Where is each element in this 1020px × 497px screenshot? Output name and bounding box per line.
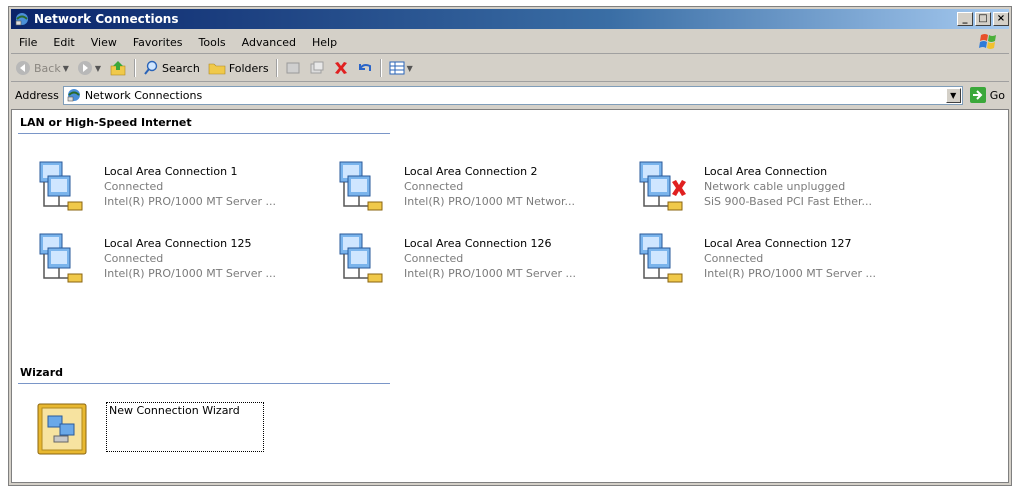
- window-title: Network Connections: [34, 12, 179, 26]
- minimize-button[interactable]: _: [957, 12, 973, 26]
- chevron-down-icon[interactable]: ▼: [95, 64, 101, 73]
- toolbar-separator: [134, 59, 137, 77]
- undo-button[interactable]: [353, 57, 377, 79]
- connection-name: Local Area Connection 2: [404, 165, 538, 178]
- group-header-lan: LAN or High-Speed Internet: [20, 116, 192, 129]
- folders-icon: [208, 63, 226, 75]
- toolbar-separator: [275, 59, 278, 77]
- connection-item[interactable]: Local Area Connection 125 Connected Inte…: [34, 230, 334, 292]
- chevron-down-icon[interactable]: ▼: [63, 64, 69, 73]
- connection-name: Local Area Connection 126: [404, 237, 552, 250]
- network-connections-icon: [67, 89, 80, 102]
- connection-item[interactable]: Local Area Connection 127 Connected Inte…: [634, 230, 934, 292]
- undo-icon: [358, 64, 371, 71]
- group-divider: [18, 383, 390, 384]
- search-button[interactable]: Search: [139, 57, 204, 79]
- toolbar: Back ▼ ▼ Search Folders ▼: [11, 55, 1009, 82]
- menu-view[interactable]: View: [83, 36, 125, 49]
- toolbar-separator: [379, 59, 382, 77]
- menu-favorites[interactable]: Favorites: [125, 36, 191, 49]
- back-arrow-icon: [16, 61, 30, 75]
- connection-status: Connected: [704, 252, 764, 265]
- new-connection-wizard-icon: [37, 403, 87, 455]
- views-grid-icon: [389, 61, 405, 75]
- explorer-window: Network Connections _ □ × File Edit View…: [8, 6, 1012, 486]
- forward-button[interactable]: ▼: [73, 57, 105, 79]
- connection-device: SiS 900-Based PCI Fast Ether...: [704, 195, 873, 208]
- connection-status: Connected: [104, 180, 164, 193]
- maximize-button[interactable]: □: [975, 12, 991, 26]
- folders-button[interactable]: Folders: [204, 57, 273, 79]
- move-to-button[interactable]: [281, 57, 305, 79]
- network-computers-icon: [39, 233, 83, 283]
- content-pane: LAN or High-Speed Internet Local Area Co…: [11, 109, 1009, 483]
- network-computers-icon: [639, 161, 686, 211]
- address-label: Address: [15, 88, 59, 102]
- back-label: Back: [34, 61, 61, 75]
- address-dropdown-button[interactable]: ▼: [945, 87, 961, 103]
- connection-name: Local Area Connection 127: [704, 237, 852, 250]
- close-button[interactable]: ×: [993, 12, 1009, 26]
- windows-logo-icon: [979, 34, 996, 49]
- new-connection-wizard-item[interactable]: New Connection Wizard: [34, 400, 294, 464]
- go-button[interactable]: Go: [963, 86, 1009, 104]
- connection-name: Local Area Connection 125: [104, 237, 252, 250]
- network-computers-icon: [39, 161, 83, 211]
- up-folder-icon: [110, 61, 126, 76]
- copy-to-icon: [310, 61, 324, 74]
- connection-item[interactable]: Local Area Connection 2 Connected Intel(…: [334, 158, 634, 220]
- wizard-label: New Connection Wizard: [106, 402, 264, 452]
- menu-edit[interactable]: Edit: [45, 36, 82, 49]
- search-label: Search: [162, 61, 200, 75]
- connection-name: Local Area Connection 1: [104, 165, 238, 178]
- forward-arrow-icon: [77, 61, 92, 75]
- group-header-wizard: Wizard: [20, 366, 64, 379]
- search-icon: [144, 60, 158, 75]
- connection-status: Connected: [104, 252, 164, 265]
- address-bar: Address Network Connections ▼ Go: [11, 83, 1009, 107]
- connection-device: Intel(R) PRO/1000 MT Server ...: [104, 195, 276, 208]
- menu-advanced[interactable]: Advanced: [234, 36, 304, 49]
- connection-item[interactable]: Local Area Connection Network cable unpl…: [634, 158, 934, 220]
- folders-label: Folders: [228, 61, 269, 75]
- go-label: Go: [989, 88, 1005, 102]
- connection-device: Intel(R) PRO/1000 MT Server ...: [404, 267, 576, 280]
- network-computers-icon: [639, 233, 683, 283]
- group-divider: [18, 133, 390, 134]
- connection-device: Intel(R) PRO/1000 MT Networ...: [404, 195, 575, 208]
- move-to-icon: [286, 62, 300, 74]
- address-value: Network Connections: [84, 88, 203, 102]
- copy-to-button[interactable]: [305, 57, 329, 79]
- connection-status: Network cable unplugged: [704, 180, 846, 193]
- back-button[interactable]: Back ▼: [11, 57, 73, 79]
- network-connections-icon: [15, 13, 28, 26]
- go-arrow-icon: [969, 87, 986, 103]
- menu-help[interactable]: Help: [304, 36, 345, 49]
- views-button[interactable]: ▼: [385, 57, 417, 79]
- menu-file[interactable]: File: [11, 36, 45, 49]
- delete-x-icon: [334, 62, 347, 74]
- address-input[interactable]: Network Connections ▼: [62, 85, 963, 105]
- connection-status: Connected: [404, 180, 464, 193]
- title-bar[interactable]: Network Connections _ □ ×: [11, 9, 1009, 29]
- delete-button[interactable]: [329, 57, 353, 79]
- network-computers-icon: [339, 161, 383, 211]
- connection-item[interactable]: Local Area Connection 1 Connected Intel(…: [34, 158, 334, 220]
- connection-device: Intel(R) PRO/1000 MT Server ...: [104, 267, 276, 280]
- menu-tools[interactable]: Tools: [191, 36, 234, 49]
- connection-name: Local Area Connection: [704, 165, 828, 178]
- red-x-icon: [672, 180, 686, 196]
- connection-item[interactable]: Local Area Connection 126 Connected Inte…: [334, 230, 634, 292]
- connection-status: Connected: [404, 252, 464, 265]
- chevron-down-icon[interactable]: ▼: [407, 64, 413, 73]
- menu-bar: File Edit View Favorites Tools Advanced …: [11, 32, 1009, 54]
- up-folder-button[interactable]: [105, 57, 131, 79]
- network-computers-icon: [339, 233, 383, 283]
- connection-device: Intel(R) PRO/1000 MT Server ...: [704, 267, 876, 280]
